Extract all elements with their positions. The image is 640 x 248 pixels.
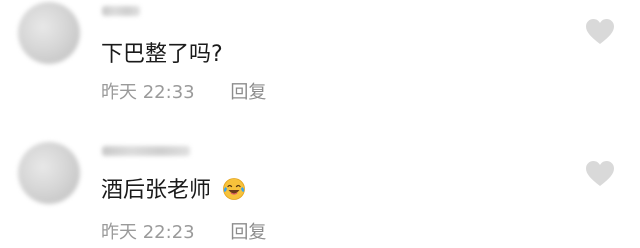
reply-button[interactable]: 回复 [230,82,266,103]
comment-text: 酒后张老师 [101,172,246,204]
comment-text-content: 酒后张老师 [101,178,212,203]
avatar[interactable] [18,2,80,64]
reply-button[interactable]: 回复 [230,222,266,243]
comment-text: 下巴整了吗? [101,36,223,68]
comment-text-content: 下巴整了吗? [101,42,223,67]
username[interactable]: ▬▬▬▬▬▬ [102,146,190,156]
comment-date: 昨天 [101,82,137,103]
comment-time: 22:33 [142,82,195,103]
avatar[interactable] [18,142,80,204]
comment-item: ▬▬▬ 下巴整了吗? 昨天 22:33 回复 [0,0,640,124]
comment-date: 昨天 [101,222,137,243]
heart-outline-icon[interactable] [585,160,615,188]
laughing-crying-emoji-icon [223,178,245,200]
comment-time: 22:23 [142,222,195,243]
comment-item: ▬▬▬▬▬▬ 酒后张老师 昨天 22:23 回复 [0,124,640,248]
comment-meta: 昨天 22:23 回复 [101,218,266,244]
username[interactable]: ▬▬▬ [102,6,140,16]
heart-outline-icon[interactable] [585,18,615,46]
comment-meta: 昨天 22:33 回复 [101,78,266,104]
